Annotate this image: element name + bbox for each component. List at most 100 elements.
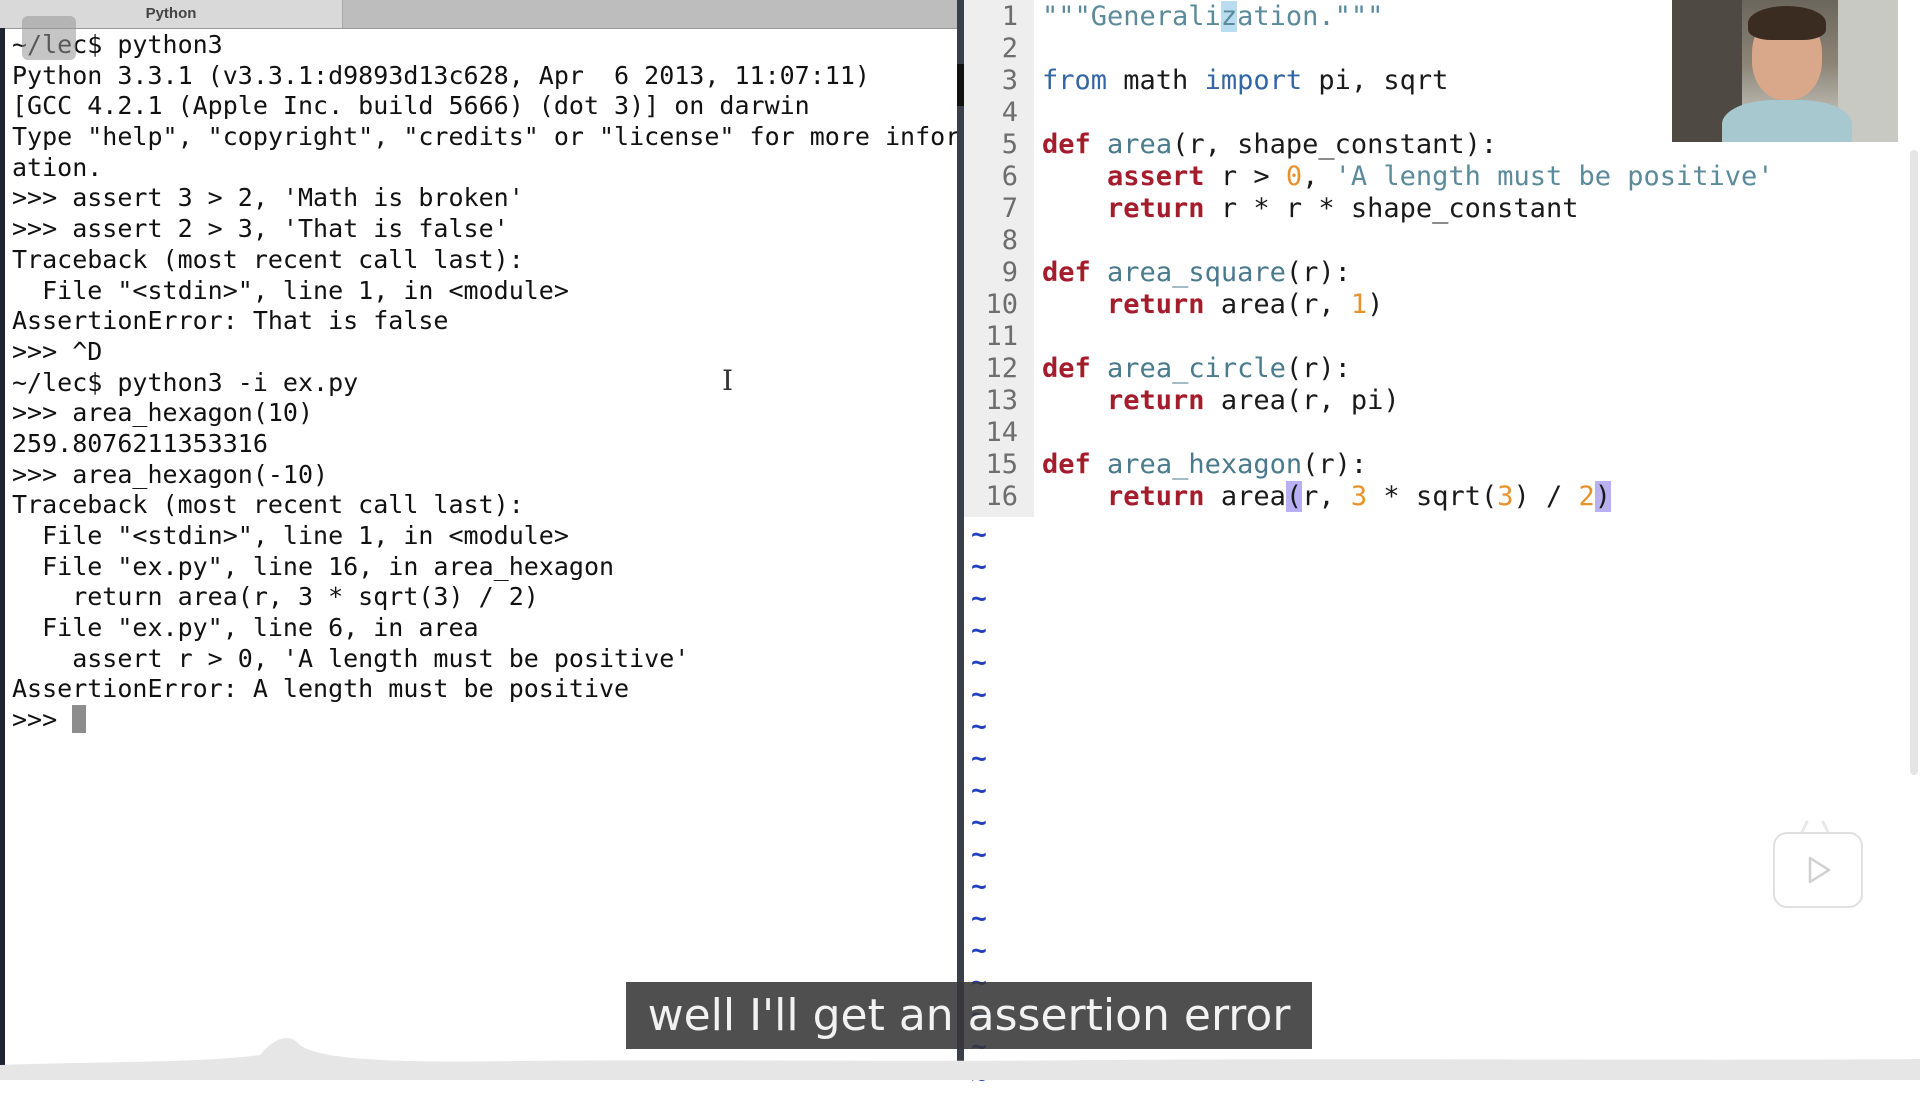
number-literal: 2 [1578,481,1595,512]
terminal-prompt-line[interactable]: >>> [12,705,960,736]
keyword: def [1042,449,1091,480]
code-line-15[interactable]: 15 def area_hexagon(r): [964,449,1920,481]
search-highlight: z [1220,1,1238,32]
import-names: pi, sqrt [1302,65,1449,96]
terminal-tab-bar: Python [0,0,960,29]
code-line-14[interactable]: 14 [964,417,1920,449]
line-number: 10 [985,289,1018,320]
pane-divider[interactable] [957,0,964,1080]
terminal-scrollbar-thumb[interactable] [957,64,964,106]
text-cursor-ibeam-icon: I [722,364,734,397]
terminal-line: File "<stdin>", line 1, in <module> [12,275,569,305]
number-literal: 3 [1350,481,1368,512]
string-literal: 'A length must be positive' [1334,161,1774,192]
signature: (r, shape_constant): [1172,129,1498,160]
code-line-12[interactable]: 12 def area_circle(r): [964,353,1920,385]
signature: (r): [1285,257,1351,288]
play-button[interactable] [1773,832,1863,908]
terminal-line: >>> assert 2 > 3, 'That is false' [12,214,509,244]
line-number: 2 [1001,33,1018,64]
empty-line-tilde: ~ [971,520,987,550]
matched-paren-cursor: ) [1594,481,1612,512]
line-number: 7 [1001,193,1018,224]
empty-line-tilde: ~ [971,808,987,838]
line-number: 4 [1001,97,1018,128]
keyword: return [1107,193,1205,224]
terminal-line: AssertionError: That is false [12,306,449,336]
code-line-8[interactable]: 8 [964,225,1920,257]
line-number: 14 [985,417,1018,448]
empty-line-tilde: ~ [971,680,987,710]
keyword: return [1107,289,1205,320]
terminal-line: [GCC 4.2.1 (Apple Inc. build 5666) (dot … [12,91,810,121]
terminal-line: >>> area_hexagon(10) [12,398,314,428]
terminal-line: >>> ^D [12,336,103,366]
line-number: 3 [1001,65,1018,96]
empty-line-tilde: ~ [971,936,987,966]
expression: r > [1204,161,1286,192]
expression: * sqrt( [1367,481,1498,512]
empty-line-tilde: ~ [971,584,987,614]
empty-line-tilde: ~ [971,616,987,646]
line-number: 16 [985,481,1018,512]
docstring: """Generali [1042,1,1221,32]
line-number: 5 [1001,129,1018,160]
function-name: area [1107,129,1173,160]
code-line-16[interactable]: 16 return area(r, 3 * sqrt(3) / 2) [964,481,1920,513]
expression: area [1204,481,1286,512]
code-line-11[interactable]: 11 [964,321,1920,353]
expression: r, [1302,481,1351,512]
expression: ) / [1513,481,1579,512]
keyword: return [1107,385,1205,416]
keyword: def [1042,129,1091,160]
line-number: 11 [985,321,1018,352]
terminal-line: Type "help", "copyright", "credits" or "… [12,122,960,152]
terminal-line: 259.8076211353316 [12,428,268,458]
terminal-line: ation. [12,152,103,182]
webcam-presenter-video [1672,0,1898,142]
terminal-prompt: >>> [12,705,73,735]
line-number: 15 [985,449,1018,480]
keyword: def [1042,353,1091,384]
terminal-line: >>> area_hexagon(-10) [12,459,329,489]
editor-scrollbar[interactable] [1910,150,1918,775]
number-literal: 1 [1350,289,1368,320]
expression: area(r, pi) [1204,385,1400,416]
line-number: 12 [985,353,1018,384]
line-number: 6 [1001,161,1018,192]
number-literal: 3 [1497,481,1514,512]
punctuation: , [1302,161,1335,192]
keyword: assert [1107,161,1205,192]
module-name: math [1107,65,1205,96]
line-number: 1 [1001,1,1018,32]
terminal-line: File "<stdin>", line 1, in <module> [12,521,569,550]
docstring-end: ation.""" [1237,1,1384,32]
empty-line-tilde: ~ [971,648,987,678]
terminal-pane[interactable]: Python ~/lec$ python3 Python 3.3.1 (v3.3.… [0,0,960,1080]
matched-paren: ( [1285,481,1303,512]
line-number: 8 [1001,225,1018,256]
terminal-left-edge [0,28,5,1080]
line-number: 9 [1001,257,1018,288]
empty-line-tilde: ~ [971,872,987,902]
function-name: area_hexagon [1107,449,1303,480]
empty-line-tilde: ~ [971,776,987,806]
code-editor-pane[interactable]: 1 """Generalization.""" 2 3 from math impo… [964,0,1920,1094]
terminal-line: >>> assert 3 > 2, 'Math is broken' [12,183,524,213]
code-line-13[interactable]: 13 return area(r, pi) [964,385,1920,417]
code-line-9[interactable]: 9 def area_square(r): [964,257,1920,289]
empty-line-tilde: ~ [971,840,987,870]
punctuation: ) [1367,289,1384,320]
terminal-cursor [72,705,87,734]
terminal-line: assert r > 0, 'A length must be positive… [12,643,690,673]
code-line-6[interactable]: 6 assert r > 0, 'A length must be positi… [964,161,1920,193]
terminal-line: File "ex.py", line 16, in area_hexagon [12,551,615,581]
empty-line-tilde: ~ [971,904,987,934]
keyword: import [1204,65,1303,96]
number-literal: 0 [1285,161,1303,192]
code-line-10[interactable]: 10 return area(r, 1) [964,289,1920,321]
code-line-7[interactable]: 7 return r * r * shape_constant [964,193,1920,225]
video-subtitle: well I'll get an assertion error [626,982,1312,1049]
line-number: 13 [985,385,1018,416]
play-icon [1808,856,1831,884]
